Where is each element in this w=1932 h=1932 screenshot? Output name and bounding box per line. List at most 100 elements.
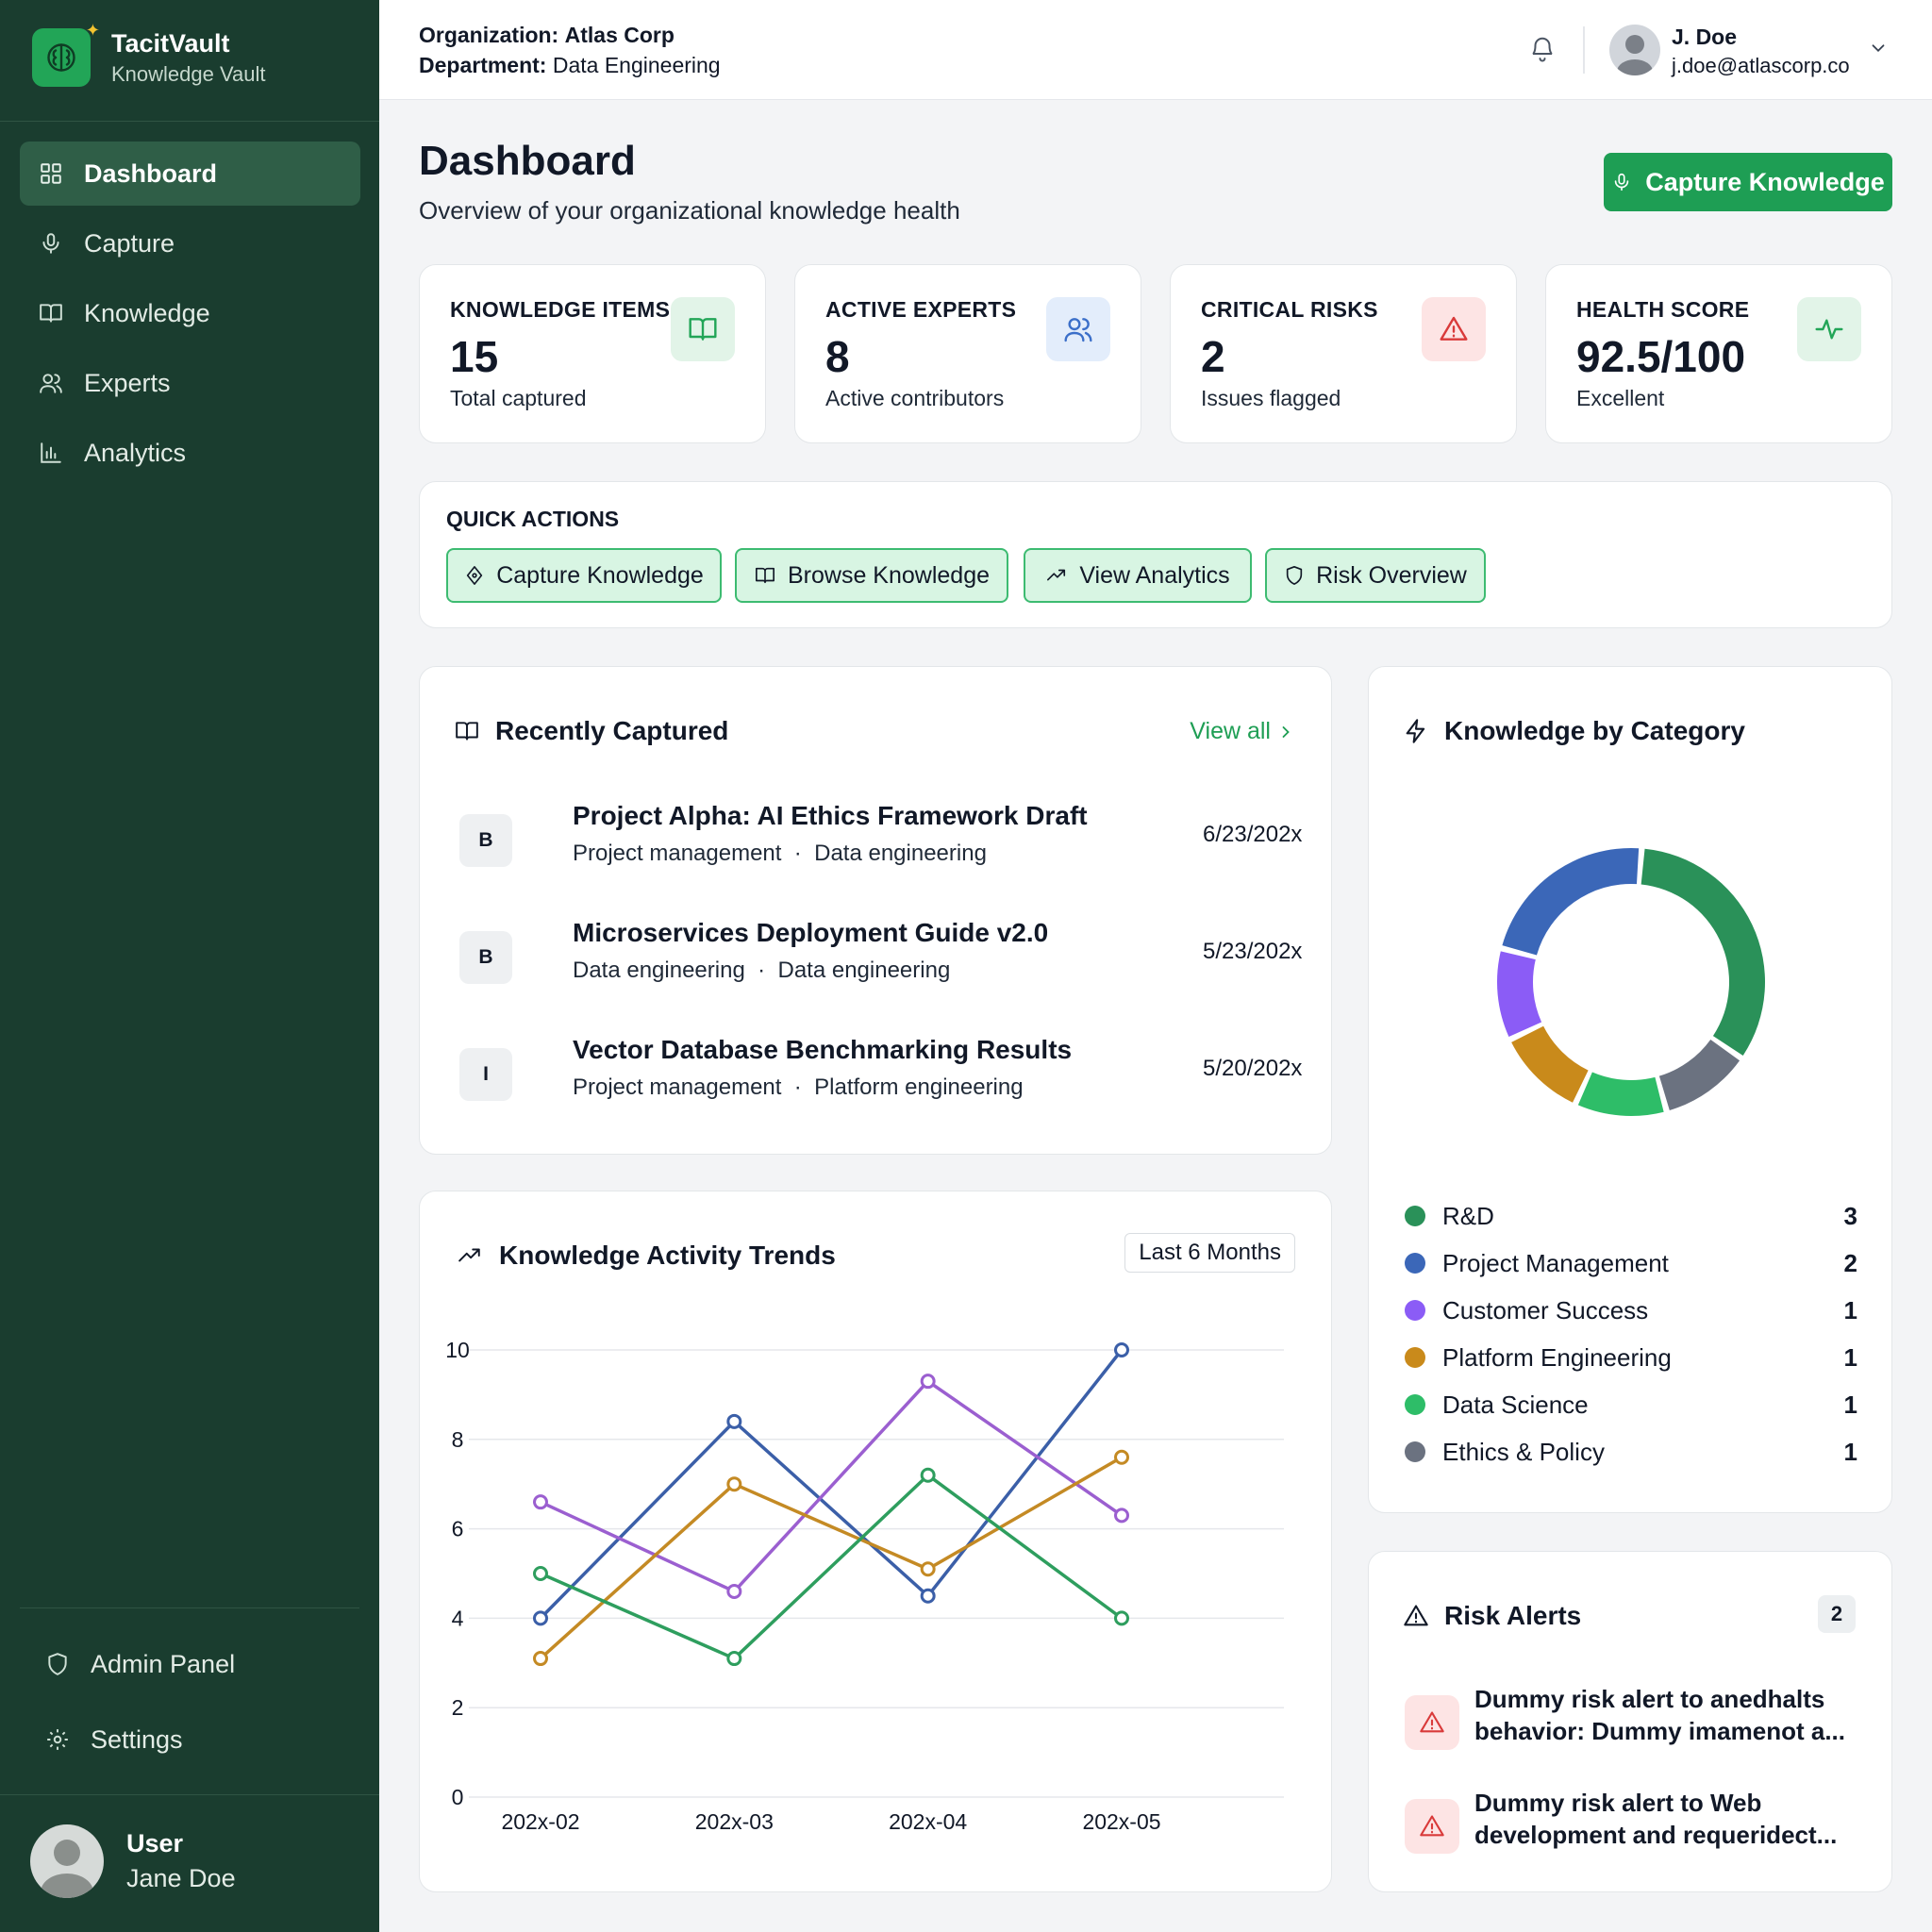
stat-card-knowledge-items[interactable]: KNOWLEDGE ITEMS 15 Total captured xyxy=(419,264,766,443)
donut-slice[interactable] xyxy=(1577,1072,1664,1116)
dept-value: Data Engineering xyxy=(552,53,721,77)
sidebar-item-knowledge[interactable]: Knowledge xyxy=(20,281,360,345)
quick-action-label: Risk Overview xyxy=(1316,561,1467,589)
stat-card-active-experts[interactable]: ACTIVE EXPERTS 8 Active contributors xyxy=(794,264,1141,443)
capture-knowledge-button[interactable]: Capture Knowledge xyxy=(1604,153,1892,211)
line-chart: 0 2 4 6 8 10 202x-02 202x-03 202x-04 202x-05 xyxy=(445,1338,1284,1834)
users-icon xyxy=(1046,297,1110,361)
data-point[interactable] xyxy=(920,1588,936,1604)
risk-alert-line: Dummy risk alert to Web xyxy=(1474,1789,1762,1817)
data-point[interactable] xyxy=(726,1413,742,1429)
legend-row-data-science[interactable]: Data Science 1 xyxy=(1405,1386,1857,1424)
list-item[interactable]: B Project Alpha: AI Ethics Framework Dra… xyxy=(458,801,1307,905)
y-tick-label: 6 xyxy=(452,1517,464,1541)
legend-dot xyxy=(1405,1206,1425,1226)
y-tick-label: 2 xyxy=(452,1695,464,1720)
risk-alert-item[interactable]: Dummy risk alert to anedhalts behavior: … xyxy=(1405,1684,1876,1769)
data-point[interactable] xyxy=(1114,1610,1129,1626)
legend-row-rnd[interactable]: R&D 3 xyxy=(1405,1197,1857,1235)
users-icon xyxy=(39,371,63,395)
quick-actions-card: QUICK ACTIONS Capture Knowledge Browse K… xyxy=(419,481,1892,628)
sidebar-user[interactable]: User Jane Doe xyxy=(30,1824,236,1898)
quick-action-label: Browse Knowledge xyxy=(787,561,990,589)
data-point[interactable] xyxy=(920,1374,936,1390)
header-user[interactable]: J. Doe j.doe@atlascorp.co xyxy=(1672,25,1850,78)
item-tags: Project management · Data engineering xyxy=(573,841,987,866)
data-point[interactable] xyxy=(920,1467,936,1483)
legend-label: Platform Engineering xyxy=(1442,1342,1672,1372)
activity-trends-card: Knowledge Activity Trends Last 6 Months … xyxy=(419,1191,1332,1892)
data-point[interactable] xyxy=(920,1561,936,1577)
shield-icon xyxy=(1286,566,1303,585)
data-point[interactable] xyxy=(533,1494,548,1510)
data-point[interactable] xyxy=(1114,1507,1129,1524)
book-icon xyxy=(671,297,735,361)
shield-icon xyxy=(45,1652,70,1676)
legend-label: R&D xyxy=(1442,1201,1494,1230)
data-point[interactable] xyxy=(533,1566,548,1581)
y-tick-label: 8 xyxy=(452,1427,464,1452)
activity-icon xyxy=(1797,297,1861,361)
list-item[interactable]: B Microservices Deployment Guide v2.0 Da… xyxy=(458,918,1307,1022)
chevron-down-icon[interactable] xyxy=(1868,38,1889,63)
risk-overview-button[interactable]: Risk Overview xyxy=(1265,548,1486,603)
item-title: Vector Database Benchmarking Results xyxy=(573,1035,1073,1064)
risk-alert-item[interactable]: Dummy risk alert to Web development and … xyxy=(1405,1788,1876,1873)
legend-dot xyxy=(1405,1441,1425,1462)
data-point[interactable] xyxy=(533,1610,548,1626)
view-analytics-button[interactable]: View Analytics xyxy=(1024,548,1252,603)
quick-capture-knowledge-button[interactable]: Capture Knowledge xyxy=(446,548,722,603)
browse-knowledge-button[interactable]: Browse Knowledge xyxy=(735,548,1008,603)
data-point[interactable] xyxy=(726,1651,742,1667)
alert-triangle-icon xyxy=(1422,297,1486,361)
sidebar-item-experts[interactable]: Experts xyxy=(20,351,360,415)
recently-captured-card: Recently Captured View all B Project Alp… xyxy=(419,666,1332,1155)
sparkle-icon: ✦ xyxy=(85,21,100,40)
stat-card-health-score[interactable]: HEALTH SCORE 92.5/100 Excellent xyxy=(1545,264,1892,443)
data-point[interactable] xyxy=(533,1651,548,1667)
sidebar-item-admin-panel[interactable]: Admin Panel xyxy=(26,1632,367,1696)
item-tag: Data engineering xyxy=(814,841,987,866)
sidebar-item-capture[interactable]: Capture xyxy=(20,211,360,275)
lightning-icon xyxy=(1406,719,1425,743)
legend-count: 1 xyxy=(1843,1390,1857,1419)
stat-card-critical-risks[interactable]: CRITICAL RISKS 2 Issues flagged xyxy=(1170,264,1517,443)
recently-captured-title: Recently Captured xyxy=(454,716,728,746)
legend-row-project-management[interactable]: Project Management 2 xyxy=(1405,1244,1857,1282)
data-point[interactable] xyxy=(1114,1449,1129,1465)
brand[interactable]: ✦ TacitVault Knowledge Vault xyxy=(32,21,266,87)
data-point[interactable] xyxy=(1114,1342,1129,1357)
sidebar-item-label: Capture xyxy=(84,228,175,258)
donut-slice[interactable] xyxy=(1658,1039,1740,1111)
legend-row-ethics-policy[interactable]: Ethics & Policy 1 xyxy=(1405,1433,1857,1471)
legend-row-platform-engineering[interactable]: Platform Engineering 1 xyxy=(1405,1339,1857,1376)
donut-slice[interactable] xyxy=(1502,848,1640,956)
sidebar-item-settings[interactable]: Settings xyxy=(26,1707,367,1772)
risk-alert-line: behavior: Dummy imamenot a... xyxy=(1474,1716,1845,1745)
donut-slice[interactable] xyxy=(1511,1025,1589,1103)
sidebar-item-dashboard[interactable]: Dashboard xyxy=(20,142,360,206)
list-item[interactable]: I Vector Database Benchmarking Results P… xyxy=(458,1035,1307,1139)
legend-count: 1 xyxy=(1843,1437,1857,1466)
bar-chart-icon xyxy=(39,441,63,465)
data-point[interactable] xyxy=(726,1583,742,1599)
x-tick-label: 202x-02 xyxy=(501,1809,579,1834)
data-point[interactable] xyxy=(726,1476,742,1492)
y-tick-label: 10 xyxy=(445,1338,470,1362)
bell-icon[interactable] xyxy=(1528,34,1557,69)
donut-slice[interactable] xyxy=(1641,848,1765,1056)
view-all-link[interactable]: View all xyxy=(1190,718,1295,745)
item-type-badge: B xyxy=(459,814,512,867)
sidebar: ✦ TacitVault Knowledge Vault Dashboard C… xyxy=(0,0,379,1932)
avatar[interactable] xyxy=(1609,25,1660,75)
item-tag: Project management xyxy=(573,1074,782,1100)
y-tick-label: 4 xyxy=(452,1606,464,1630)
legend-row-customer-success[interactable]: Customer Success 1 xyxy=(1405,1291,1857,1329)
donut-slice[interactable] xyxy=(1497,951,1542,1038)
donut-chart xyxy=(1497,848,1765,1116)
sidebar-item-analytics[interactable]: Analytics xyxy=(20,421,360,485)
knowledge-by-category-card: Knowledge by Category R&D 3 Project Mana… xyxy=(1368,666,1892,1513)
item-title: Microservices Deployment Guide v2.0 xyxy=(573,918,1049,947)
x-tick-label: 202x-05 xyxy=(1082,1809,1160,1834)
top-header: Organization: Atlas Corp Department: Dat… xyxy=(379,0,1932,100)
